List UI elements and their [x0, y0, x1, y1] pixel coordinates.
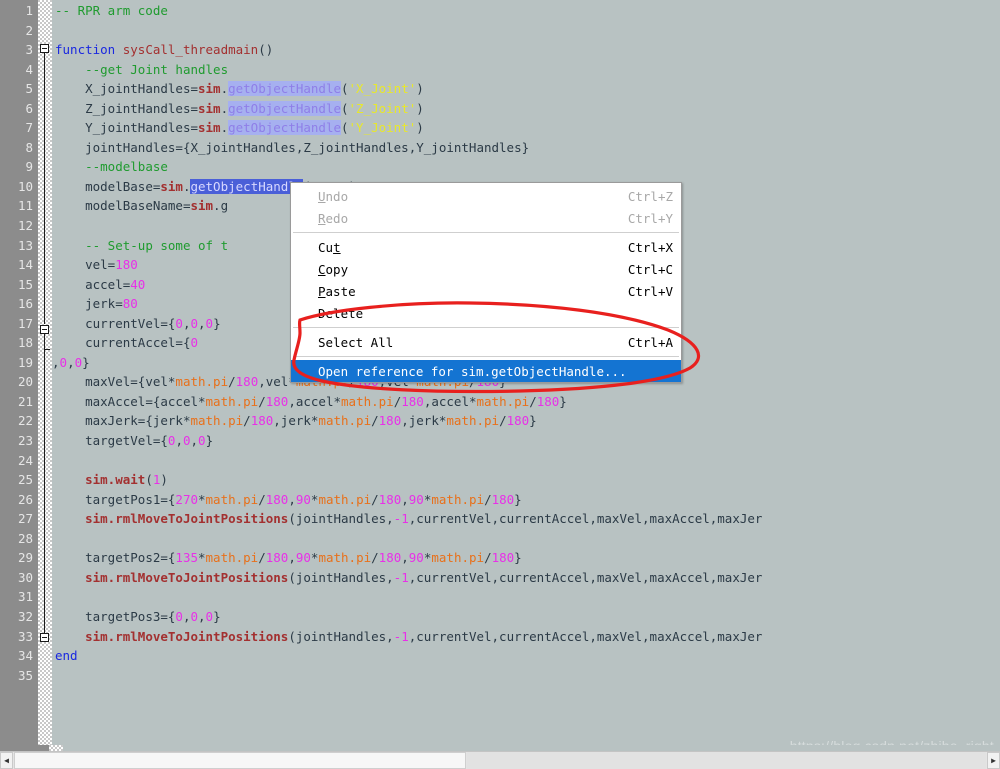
fold-guide-line-lower — [44, 334, 45, 640]
scrollbar-thumb[interactable] — [14, 752, 466, 769]
menu-separator — [293, 232, 679, 233]
fold-toggle-line-34[interactable] — [40, 633, 49, 642]
scrollbar-track[interactable] — [467, 752, 986, 769]
scroll-left-arrow-icon[interactable]: ◀ — [0, 752, 13, 769]
line-number: 27 — [17, 511, 33, 527]
line-number: 18 — [17, 335, 33, 351]
code-line-7: Y_jointHandles=sim.getObjectHandle('Y_Jo… — [85, 120, 424, 136]
code-line-26: targetPos1={270*math.pi/180,90*math.pi/1… — [85, 491, 522, 507]
line-number: 4 — [25, 61, 33, 77]
code-line-23: targetVel={0,0,0} — [85, 433, 214, 449]
line-number: 24 — [17, 452, 33, 468]
code-line-1: -- RPR arm code — [55, 3, 168, 18]
code-line-5: X_jointHandles=sim.getObjectHandle('X_Jo… — [85, 81, 424, 97]
fold-toggle-line-18[interactable] — [40, 325, 49, 334]
line-number: 34 — [17, 648, 33, 664]
menu-item-open-reference-for-sim-getobjecthandle[interactable]: Open reference for sim.getObjectHandle..… — [291, 360, 681, 382]
line-number: 15 — [17, 276, 33, 292]
line-number: 5 — [25, 81, 33, 97]
menu-item-copy[interactable]: Copy Ctrl+C — [291, 258, 681, 280]
line-number: 31 — [17, 589, 33, 605]
menu-item-shortcut: Ctrl+C — [627, 261, 673, 277]
line-number: 25 — [17, 472, 33, 488]
line-number: 32 — [17, 608, 33, 624]
menu-separator — [293, 356, 679, 357]
line-number: 12 — [17, 218, 33, 234]
line-number: 1 — [25, 3, 33, 18]
code-line-29: targetPos2={135*math.pi/180,90*math.pi/1… — [85, 550, 522, 566]
line-number: 14 — [17, 257, 33, 273]
menu-item-cut[interactable]: Cut Ctrl+X — [291, 236, 681, 258]
line-number: 13 — [17, 237, 33, 253]
code-line-9: --modelbase — [85, 159, 168, 175]
code-line-25: sim.wait(1) — [85, 472, 168, 488]
code-line-8: jointHandles={X_jointHandles,Z_jointHand… — [85, 139, 530, 155]
line-number: 23 — [17, 433, 33, 449]
line-number: 33 — [17, 628, 33, 644]
code-line-21: maxAccel={accel*math.pi/180,accel*math.p… — [85, 393, 567, 409]
menu-separator — [293, 327, 679, 328]
fold-guide-line — [44, 53, 45, 324]
code-editor-window: 1 2 3 4 5 6 7 8 9 10 11 12 13 14 15 16 17 18 19 20 21 22 23 24 2… — [0, 0, 1000, 769]
code-line-4: --get Joint handles — [85, 61, 229, 77]
line-number: 2 — [25, 22, 33, 38]
context-menu[interactable]: Undo Ctrl+Z Redo Ctrl+Y Cut Ctrl+X Copy Ctrl+C P… — [290, 182, 682, 383]
menu-item-undo[interactable]: Undo Ctrl+Z — [291, 185, 681, 207]
menu-item-redo[interactable]: Redo Ctrl+Y — [291, 207, 681, 229]
code-line-3: function sysCall_threadmain() — [55, 42, 274, 58]
fold-toggle-line-3[interactable] — [40, 44, 49, 53]
menu-item-paste[interactable]: Paste Ctrl+V — [291, 280, 681, 302]
line-number: 11 — [17, 198, 33, 214]
line-number: 7 — [25, 120, 33, 136]
line-number: 8 — [25, 139, 33, 155]
line-number: 3 — [25, 42, 33, 58]
line-number: 10 — [17, 178, 33, 194]
menu-item-label: Select All — [318, 334, 394, 350]
menu-item-shortcut: Ctrl+X — [627, 239, 673, 255]
scroll-right-arrow-icon[interactable]: ▶ — [987, 752, 1000, 769]
menu-item-shortcut: Ctrl+V — [627, 283, 673, 299]
menu-item-label: Paste — [318, 283, 356, 299]
menu-item-shortcut: Ctrl+A — [627, 334, 673, 350]
line-number: 35 — [17, 667, 33, 683]
menu-item-label: Redo — [318, 210, 349, 226]
line-number: 28 — [17, 530, 33, 546]
menu-item-select-all[interactable]: Select All Ctrl+A — [291, 331, 681, 353]
menu-item-label: Open reference for sim.getObjectHandle..… — [318, 363, 627, 379]
menu-item-label: Copy — [318, 261, 349, 277]
code-line-34: end — [55, 648, 78, 664]
menu-item-delete[interactable]: Delete — [291, 302, 681, 324]
line-number: 21 — [17, 393, 33, 409]
line-number: 29 — [17, 550, 33, 566]
line-number: 22 — [17, 413, 33, 429]
code-line-6: Z_jointHandles=sim.getObjectHandle('Z_Jo… — [85, 100, 424, 116]
line-number: 30 — [17, 569, 33, 585]
line-number: 6 — [25, 100, 33, 116]
menu-item-label: Delete — [318, 305, 364, 321]
menu-item-shortcut: Ctrl+Z — [627, 188, 673, 204]
line-number: 17 — [17, 315, 33, 331]
menu-item-label: Undo — [318, 188, 349, 204]
line-number-gutter: 1 2 3 4 5 6 7 8 9 10 11 12 13 14 15 16 17 18 19 20 21 22 23 24 2… — [0, 0, 38, 745]
line-number: 20 — [17, 374, 33, 390]
horizontal-scrollbar[interactable]: ◀ ▶ — [0, 751, 1000, 769]
code-line-33: sim.rmlMoveToJointPositions(jointHandles… — [85, 628, 763, 644]
code-line-27: sim.rmlMoveToJointPositions(jointHandles… — [85, 511, 763, 527]
line-number: 19 — [17, 354, 33, 370]
code-line-22: maxJerk={jerk*math.pi/180,jerk*math.pi/1… — [85, 413, 537, 429]
code-line-30: sim.rmlMoveToJointPositions(jointHandles… — [85, 569, 763, 585]
menu-item-shortcut: Ctrl+Y — [627, 210, 673, 226]
line-number: 26 — [17, 491, 33, 507]
line-number: 16 — [17, 296, 33, 312]
code-line-32: targetPos3={0,0,0} — [85, 608, 221, 624]
line-number: 9 — [25, 159, 33, 175]
menu-item-label: Cut — [318, 239, 341, 255]
